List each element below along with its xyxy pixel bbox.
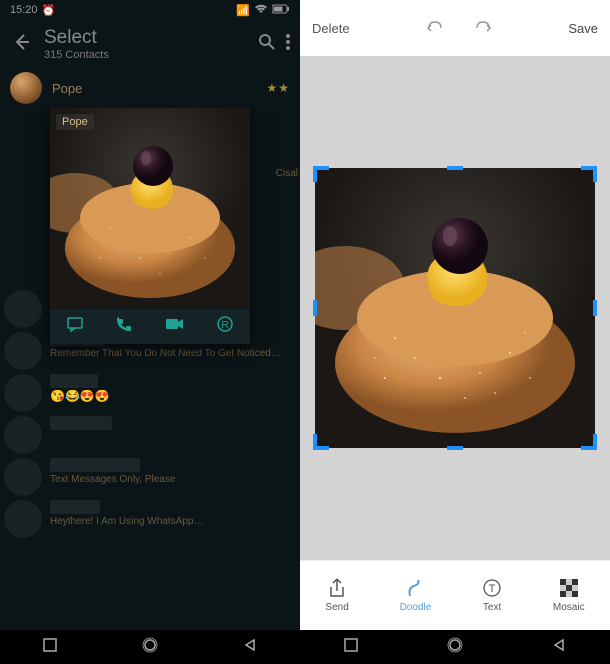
redo-icon[interactable] xyxy=(473,18,493,39)
doodle-button[interactable]: Doodle xyxy=(400,578,432,613)
search-icon[interactable] xyxy=(258,33,276,56)
undo-icon[interactable] xyxy=(425,18,445,39)
avatar xyxy=(4,290,42,328)
nav-recent-icon[interactable] xyxy=(43,638,57,657)
editor-header: Delete Save xyxy=(300,0,610,56)
crop-handle[interactable] xyxy=(313,300,317,316)
avatar xyxy=(4,374,42,412)
chat-icon[interactable] xyxy=(66,315,84,338)
svg-text:T: T xyxy=(489,583,496,595)
crop-handle[interactable] xyxy=(313,166,317,182)
contact-name: Pope xyxy=(52,81,256,96)
android-nav-right xyxy=(300,630,610,664)
avatar xyxy=(4,332,42,370)
tool-label: Mosaic xyxy=(553,602,585,613)
wifi-icon xyxy=(254,4,268,17)
status-text: Heythere! I Am Using WhatsApp… xyxy=(50,516,292,528)
send-button[interactable]: Send xyxy=(325,578,348,613)
tool-label: Text xyxy=(483,602,501,613)
tool-label: Send xyxy=(325,602,348,613)
battery-icon xyxy=(272,4,290,17)
status-text: Text Messages Only, Please xyxy=(50,474,292,486)
phone-icon[interactable] xyxy=(115,315,133,338)
preview-label: Pope xyxy=(56,114,94,130)
side-status: Cisal xyxy=(276,168,298,179)
back-icon[interactable] xyxy=(6,26,38,63)
avatar xyxy=(4,458,42,496)
star-icon: ★★ xyxy=(266,81,290,95)
delete-button[interactable]: Delete xyxy=(312,21,350,36)
mosaic-button[interactable]: Mosaic xyxy=(553,578,585,613)
name-redacted xyxy=(50,374,98,388)
name-redacted xyxy=(50,500,100,514)
signal-icon: 📶 xyxy=(236,4,250,17)
page-title: Select xyxy=(44,27,258,49)
nav-home-icon[interactable] xyxy=(447,637,463,658)
svg-text:R: R xyxy=(222,320,229,331)
android-nav-left xyxy=(0,630,300,664)
crop-handle[interactable] xyxy=(593,300,597,316)
crop-handle[interactable] xyxy=(447,166,463,170)
mosaic-icon xyxy=(560,578,578,598)
editor-toolbar: Send Doodle T Text Mosaic xyxy=(300,560,610,630)
contacts-list[interactable]: Cisal xyxy=(0,108,300,630)
avatar xyxy=(10,72,42,104)
name-redacted xyxy=(50,416,112,430)
status-text: 😘😂😍😍 xyxy=(50,390,292,402)
status-time: 15:20 xyxy=(10,4,38,16)
doodle-icon xyxy=(406,578,424,598)
text-button[interactable]: T Text xyxy=(482,578,502,613)
tool-label: Doodle xyxy=(400,602,432,613)
save-button[interactable]: Save xyxy=(568,21,598,36)
crop-handle[interactable] xyxy=(593,166,597,182)
list-item[interactable]: Text Messages Only, Please xyxy=(0,456,300,498)
status-text: Remember That You Do Not Need To Get Not… xyxy=(50,348,292,360)
list-item[interactable] xyxy=(0,414,300,456)
nav-recent-icon[interactable] xyxy=(344,638,358,657)
crop-handle[interactable] xyxy=(313,434,317,450)
contacts-count: 315 Contacts xyxy=(44,49,258,61)
crop-handle[interactable] xyxy=(447,446,463,450)
crop-handle[interactable] xyxy=(593,434,597,450)
select-header: Select 315 Contacts xyxy=(0,20,300,68)
video-icon[interactable] xyxy=(165,317,185,336)
contact-preview-card: Pope R xyxy=(50,108,250,344)
list-item[interactable]: Heythere! I Am Using WhatsApp… xyxy=(0,498,300,540)
status-bar: 15:20 ⏰ 📶 xyxy=(0,0,300,20)
share-icon xyxy=(328,578,346,598)
avatar xyxy=(4,416,42,454)
preview-image[interactable]: Pope xyxy=(50,108,250,308)
nav-home-icon[interactable] xyxy=(142,637,158,658)
nav-back-icon[interactable] xyxy=(552,638,566,657)
editor-canvas[interactable] xyxy=(300,56,610,560)
info-icon[interactable]: R xyxy=(216,315,234,338)
text-icon: T xyxy=(482,578,502,598)
avatar xyxy=(4,500,42,538)
name-redacted xyxy=(50,458,140,472)
nav-back-icon[interactable] xyxy=(243,638,257,657)
alarm-icon: ⏰ xyxy=(42,4,56,17)
list-item[interactable]: 😘😂😍😍 xyxy=(0,372,300,414)
crop-frame[interactable] xyxy=(315,168,595,448)
contact-top-row[interactable]: Pope ★★ xyxy=(0,68,300,108)
more-icon[interactable] xyxy=(286,34,290,55)
